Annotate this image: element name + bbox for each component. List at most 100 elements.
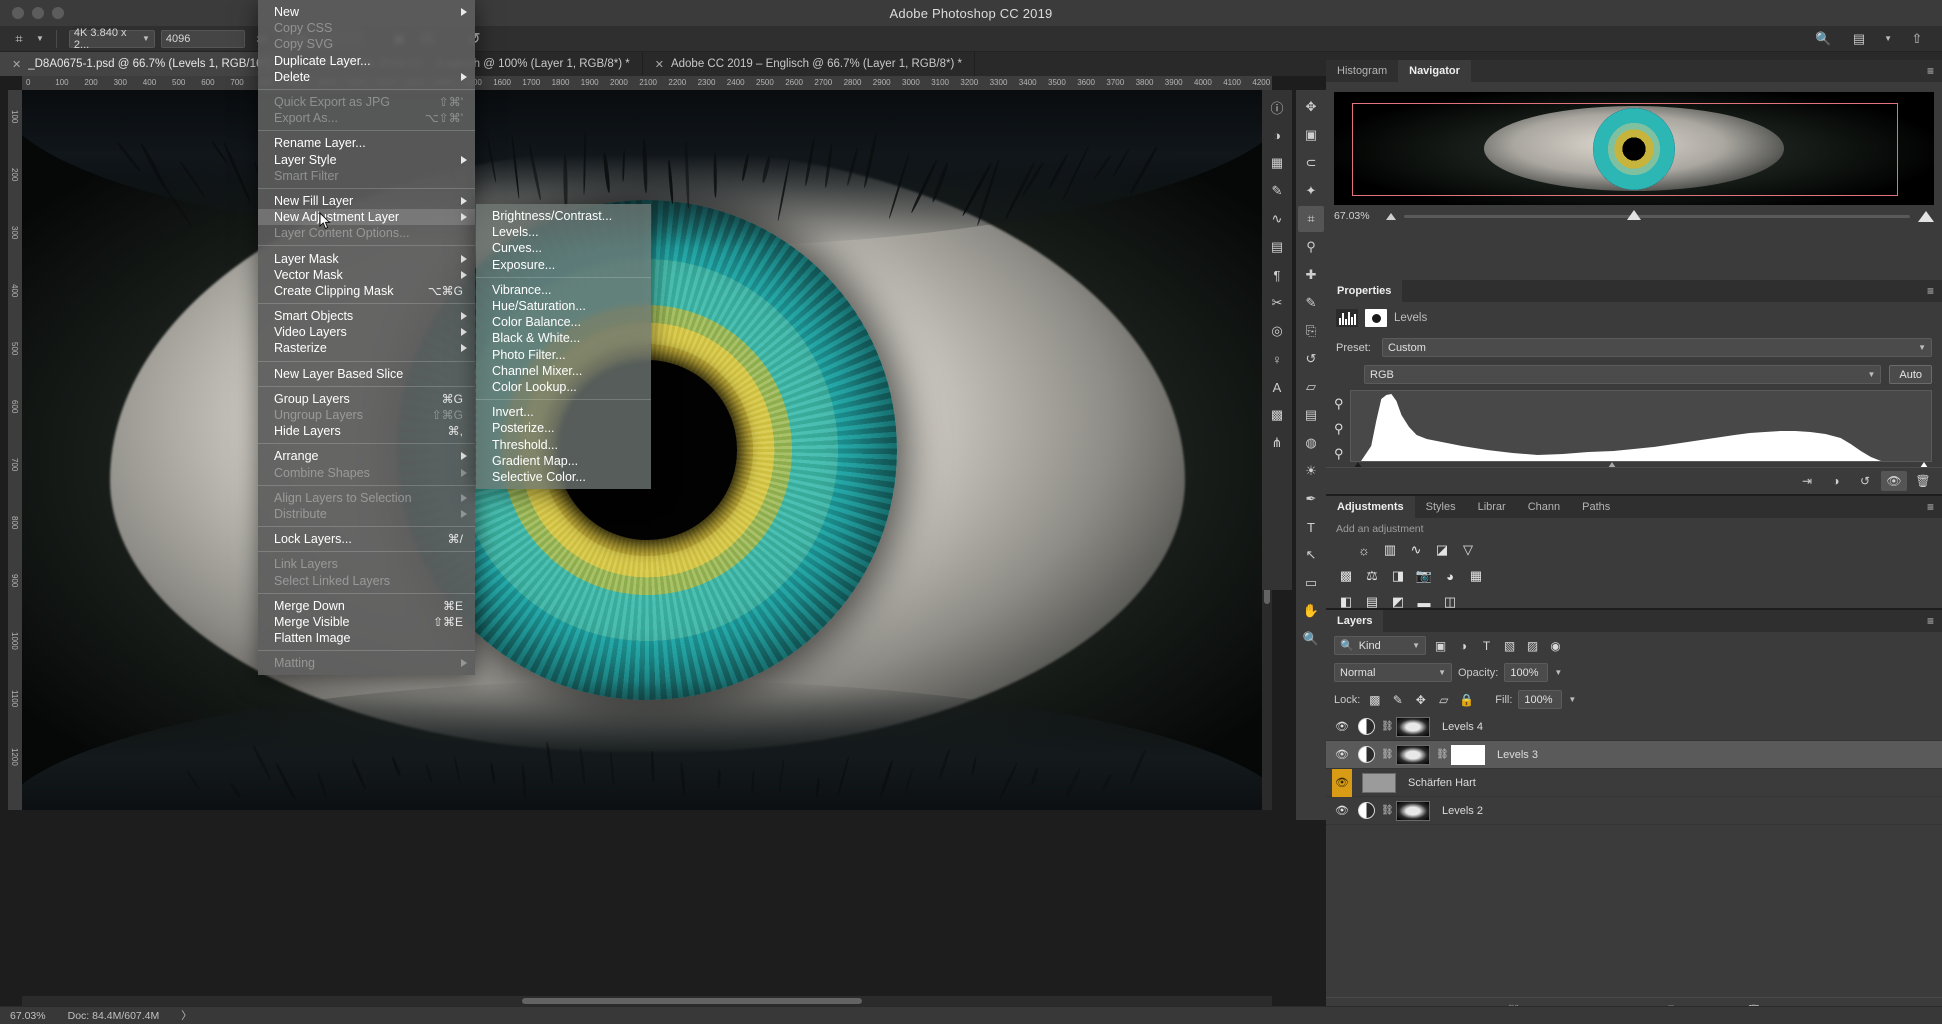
magic-wand-icon[interactable]: ✦ (1298, 178, 1324, 204)
mask-link-icon[interactable]: ⛓ (1381, 805, 1390, 816)
reset-icon[interactable]: ↺ (1852, 471, 1878, 491)
table-icon[interactable]: ▦ (1264, 150, 1290, 176)
submenu-item-threshold[interactable]: Threshold... (476, 436, 651, 452)
layer-thumbnail[interactable] (1362, 773, 1396, 793)
document-tab-0[interactable]: ✕ _D8A0675-1.psd @ 66.7% (Levels 1, RGB/… (0, 52, 295, 76)
menu-item-layer-style[interactable]: Layer Style (258, 152, 475, 168)
set-white-point-eyedropper-icon[interactable]: ⚲ (1334, 446, 1344, 462)
submenu-item-color-lookup[interactable]: Color Lookup... (476, 379, 651, 395)
close-icon[interactable]: ✕ (655, 58, 664, 71)
tab-styles[interactable]: Styles (1415, 496, 1467, 518)
filter-toggle-icon[interactable]: ◉ (1547, 637, 1564, 654)
zoom-in-icon[interactable] (1918, 211, 1934, 222)
opacity-input[interactable]: 100% (1504, 663, 1548, 682)
status-expand-arrow[interactable]: 〉 (181, 1008, 192, 1023)
layers-comp-icon[interactable]: ▤ (1264, 234, 1290, 260)
menu-item-merge-down[interactable]: Merge Down ⌘E (258, 598, 475, 614)
gradient-tool-icon[interactable]: ▤ (1298, 402, 1324, 428)
vibrance-icon[interactable]: ▽ (1458, 541, 1478, 559)
eyedropper-icon[interactable]: ⚲ (1298, 234, 1324, 260)
info-icon[interactable]: ⓘ (1264, 94, 1290, 120)
posterize-icon[interactable]: ▤ (1362, 593, 1382, 611)
selective-color-icon[interactable]: ◫ (1440, 593, 1460, 611)
color-lookup-icon[interactable]: ▦ (1466, 567, 1486, 585)
auto-button[interactable]: Auto (1889, 365, 1932, 384)
mask-link-icon[interactable]: ⛓ (1381, 721, 1390, 732)
hand-tool-icon[interactable]: ✋ (1298, 598, 1324, 624)
move-tool-icon[interactable]: ✥ (1298, 94, 1324, 120)
brush-tool-icon[interactable]: ✎ (1298, 290, 1324, 316)
opacity-chevron-down-icon[interactable]: ▼ (1554, 668, 1562, 677)
hue-saturation-icon[interactable]: ▩ (1336, 567, 1356, 585)
crop-tool-icon[interactable]: ⌗ (8, 29, 30, 49)
tab-histogram[interactable]: Histogram (1326, 60, 1398, 82)
crop-width-input[interactable]: 4096 (161, 30, 245, 48)
zoom-slider[interactable] (1404, 215, 1910, 218)
submenu-item-selective-color[interactable]: Selective Color... (476, 469, 651, 485)
mask-link-icon-2[interactable]: ⛓ (1436, 749, 1445, 760)
threshold-icon[interactable]: ◩ (1388, 593, 1408, 611)
tab-paths[interactable]: Paths (1571, 496, 1621, 518)
dodge-tool-icon[interactable]: ☀ (1298, 458, 1324, 484)
eraser-tool-icon[interactable]: ▱ (1298, 374, 1324, 400)
layer-name[interactable]: Levels 3 (1497, 749, 1538, 761)
search-icon[interactable]: 🔍 (1812, 29, 1834, 49)
layer-context-menu[interactable]: New Copy CSS Copy SVG Duplicate Layer... Del… (258, 0, 475, 675)
adjustment-layer-thumbnail[interactable] (1358, 718, 1375, 735)
set-gray-point-eyedropper-icon[interactable]: ⚲ (1334, 421, 1344, 437)
status-doc-info[interactable]: Doc: 84.4M/607.4M (68, 1010, 160, 1022)
lock-position-icon[interactable]: ✥ (1412, 691, 1429, 708)
layer-row[interactable]: 👁 ⛓ Levels 2 (1326, 797, 1942, 825)
blend-mode-select[interactable]: Normal ▼ (1334, 663, 1452, 682)
lock-all-icon[interactable]: 🔒 (1458, 691, 1475, 708)
delete-icon[interactable]: 🗑 (1910, 471, 1936, 491)
submenu-item-curves[interactable]: Curves... (476, 240, 651, 256)
submenu-item-vibrance[interactable]: Vibrance... (476, 282, 651, 298)
lock-transparency-icon[interactable]: ▩ (1366, 691, 1383, 708)
submenu-item-hue-saturation[interactable]: Hue/Saturation... (476, 298, 651, 314)
tab-chann[interactable]: Chann (1517, 496, 1571, 518)
submenu-item-invert[interactable]: Invert... (476, 404, 651, 420)
toggle-visibility-icon[interactable]: 👁 (1881, 471, 1907, 491)
type-tool-icon[interactable]: T (1298, 514, 1324, 540)
layer-visibility-toggle[interactable]: 👁 (1332, 804, 1352, 817)
menu-item-lock-layers[interactable]: Lock Layers... ⌘/ (258, 531, 475, 547)
tone-curve-icon[interactable]: ∿ (1264, 206, 1290, 232)
menu-item-delete[interactable]: Delete (258, 69, 475, 85)
navigator-zoom-value[interactable]: 67.03% (1334, 210, 1378, 222)
paragraph-icon[interactable]: ¶ (1264, 262, 1290, 288)
channel-mixer-icon[interactable]: ◕ (1440, 567, 1460, 585)
menu-item-arrange[interactable]: Arrange (258, 448, 475, 464)
pen-tool-icon[interactable]: ✒ (1298, 486, 1324, 512)
new-adjustment-layer-submenu[interactable]: Brightness/Contrast... Levels... Curves...… (476, 204, 651, 489)
tab-navigator[interactable]: Navigator (1398, 60, 1471, 82)
view-previous-state-icon[interactable]: ◑ (1823, 471, 1849, 491)
tool-preset-chevron-down-icon[interactable]: ▼ (36, 34, 44, 43)
workspace-chevron-down-icon[interactable]: ▼ (1884, 34, 1892, 43)
set-black-point-eyedropper-icon[interactable]: ⚲ (1334, 396, 1344, 412)
tab-librar[interactable]: Librar (1467, 496, 1517, 518)
type-layer-filter-icon[interactable]: T (1478, 637, 1495, 654)
submenu-item-gradient-map[interactable]: Gradient Map... (476, 453, 651, 469)
levels-icon[interactable]: ▥ (1380, 541, 1400, 559)
layer-row[interactable]: 👁 ⛓ ⛓ Levels 3 (1326, 741, 1942, 769)
menu-item-new-layer-based-slice[interactable]: New Layer Based Slice (258, 366, 475, 382)
adjustment-layer-thumbnail[interactable] (1358, 802, 1375, 819)
clone-stamp-icon[interactable]: ⎘ (1298, 318, 1324, 344)
lock-artboard-icon[interactable]: ▱ (1435, 691, 1452, 708)
bulb-icon[interactable]: ♀ (1264, 346, 1290, 372)
menu-item-layer-mask[interactable]: Layer Mask (258, 250, 475, 266)
curves-icon[interactable]: ∿ (1406, 541, 1426, 559)
adjust-icon[interactable]: ⋔ (1264, 430, 1290, 456)
brush-settings-icon[interactable]: ✎ (1264, 178, 1290, 204)
submenu-item-color-balance[interactable]: Color Balance... (476, 314, 651, 330)
brightness-contrast-icon[interactable]: ☼ (1354, 541, 1374, 559)
menu-item-video-layers[interactable]: Video Layers (258, 324, 475, 340)
channel-select[interactable]: RGB ▼ (1364, 365, 1881, 384)
submenu-item-levels[interactable]: Levels... (476, 224, 651, 240)
panel-menu-icon[interactable]: ≡ (1919, 610, 1942, 632)
layer-name[interactable]: Levels 2 (1442, 805, 1483, 817)
healing-brush-icon[interactable]: ✚ (1298, 262, 1324, 288)
mask-link-icon[interactable]: ⛓ (1381, 749, 1390, 760)
submenu-item-exposure[interactable]: Exposure... (476, 257, 651, 273)
